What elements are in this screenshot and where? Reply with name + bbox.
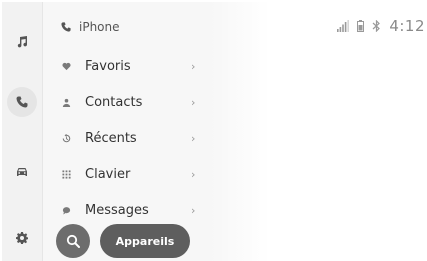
history-icon: [61, 133, 71, 143]
panel-fade: [210, 2, 270, 261]
phone-screen: iPhone Favoris › Contacts › Récents › Cl…: [2, 2, 427, 261]
chevron-right-icon: ›: [191, 167, 196, 181]
menu-item-label: Clavier: [85, 166, 131, 182]
menu-item-messages[interactable]: Messages ›: [43, 192, 211, 228]
person-icon: [61, 97, 71, 107]
menu-item-label: Contacts: [85, 94, 143, 110]
chevron-right-icon: ›: [191, 95, 196, 109]
car-icon: [17, 168, 27, 176]
search-button[interactable]: [56, 224, 90, 258]
chevron-right-icon: ›: [191, 131, 196, 145]
rail-phone-highlight: [7, 87, 37, 117]
rail-music-button[interactable]: [2, 22, 42, 62]
message-icon: [61, 205, 71, 215]
rail-settings-button[interactable]: [2, 218, 42, 258]
chevron-right-icon: ›: [191, 203, 196, 217]
heart-icon: [61, 61, 71, 71]
battery-icon: [357, 20, 365, 32]
search-icon: [66, 234, 80, 248]
rail-phone-button[interactable]: [2, 82, 42, 122]
menu-item-label: Favoris: [85, 58, 131, 74]
rail-vehicle-button[interactable]: [2, 152, 42, 192]
source-header: iPhone: [61, 18, 120, 36]
devices-button[interactable]: Appareils: [100, 224, 190, 258]
status-bar: 4:12: [337, 16, 425, 36]
menu-item-contacts[interactable]: Contacts ›: [43, 84, 211, 120]
menu-item-clavier[interactable]: Clavier ›: [43, 156, 211, 192]
phone-icon: [16, 96, 28, 108]
music-note-icon: [17, 36, 28, 48]
menu-item-label: Récents: [85, 130, 137, 146]
clock: 4:12: [389, 17, 425, 35]
phone-icon: [61, 22, 71, 32]
signal-icon: [337, 20, 350, 32]
keypad-icon: [61, 169, 71, 179]
bluetooth-icon: [372, 20, 381, 32]
menu-item-label: Messages: [85, 202, 149, 218]
menu-item-favoris[interactable]: Favoris ›: [43, 48, 211, 84]
chevron-right-icon: ›: [191, 59, 196, 73]
gear-icon: [16, 232, 28, 244]
phone-menu-panel: iPhone Favoris › Contacts › Récents › Cl…: [42, 2, 211, 261]
source-name: iPhone: [79, 20, 120, 34]
side-rail: [2, 2, 42, 261]
menu-item-recents[interactable]: Récents ›: [43, 120, 211, 156]
